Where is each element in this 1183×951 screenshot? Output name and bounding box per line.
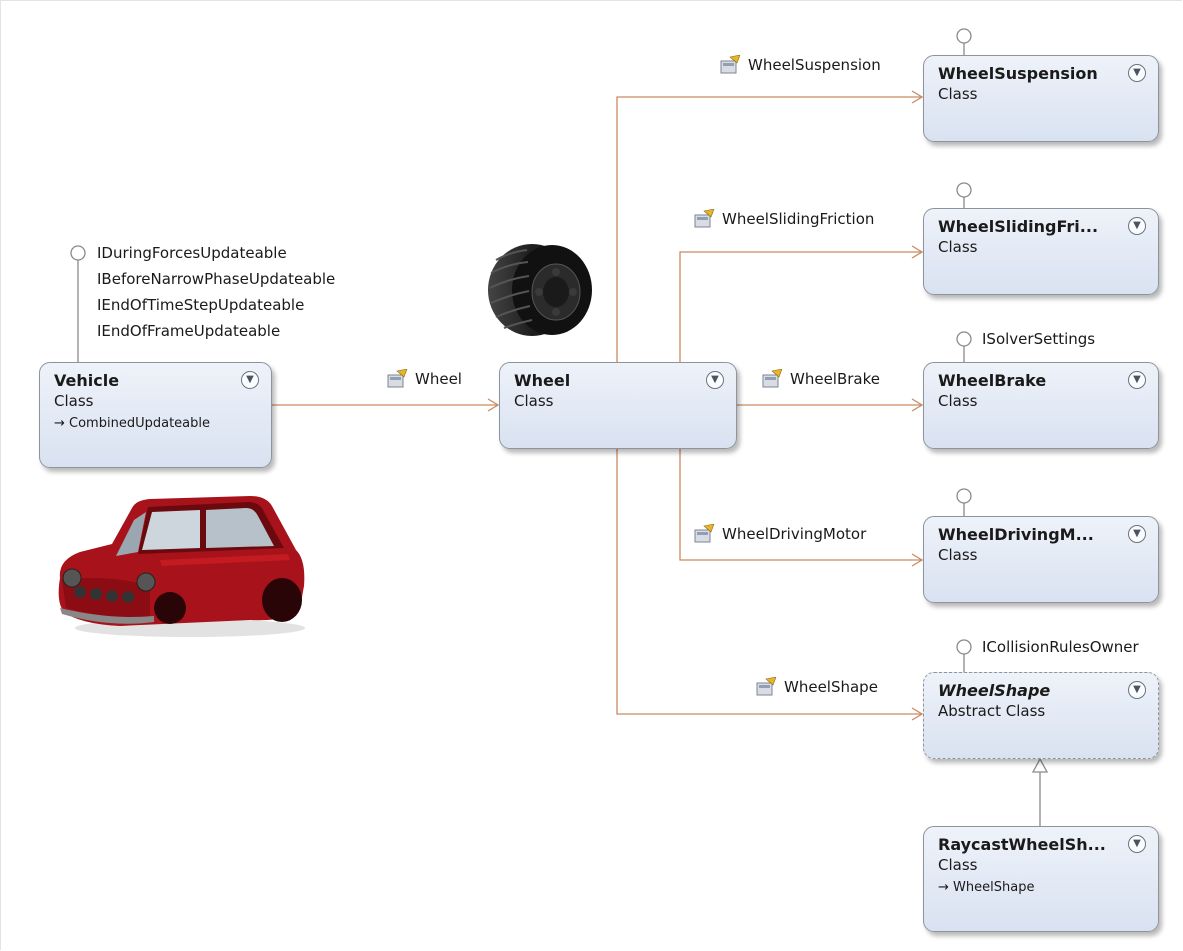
tire-image [488, 244, 592, 336]
class-kind: Class [938, 856, 978, 874]
inherits-arrow-icon: → [54, 416, 70, 431]
association-sliding-friction [679, 251, 922, 362]
base-class: → CombinedUpdateable [54, 416, 261, 431]
chevron-double-down-icon[interactable]: ▼ [1128, 64, 1146, 82]
property-icon [756, 677, 777, 696]
association-label-shape: WheelShape [756, 677, 878, 697]
interface-label: IDuringForcesUpdateable [97, 244, 287, 262]
association-label-brake: WheelBrake [762, 369, 880, 389]
interface-label: IBeforeNarrowPhaseUpdateable [97, 270, 336, 288]
class-name: WheelSuspension [938, 64, 1098, 83]
chevron-double-down-icon[interactable]: ▼ [1128, 217, 1146, 235]
car-image [58, 496, 305, 637]
chevron-double-down-icon[interactable]: ▼ [706, 371, 724, 389]
chevron-double-down-icon[interactable]: ▼ [1128, 525, 1146, 543]
association-label-text: WheelShape [784, 678, 878, 696]
connector-layer [70, 28, 1049, 826]
interface-label-wheel-shape: ICollisionRulesOwner [982, 638, 1139, 656]
chevron-double-down-icon[interactable]: ▼ [1128, 371, 1146, 389]
inherits-arrow-icon: → [938, 880, 954, 895]
class-kind: Class [54, 392, 94, 410]
association-label-text: WheelSuspension [748, 56, 881, 74]
association-label-text: WheelSlidingFriction [722, 210, 875, 228]
class-name: Vehicle [54, 371, 120, 390]
association-label-suspension: WheelSuspension [720, 55, 881, 75]
association-shape [616, 448, 922, 715]
association-suspension [616, 96, 922, 362]
property-icon [387, 369, 408, 388]
class-box-vehicle[interactable]: Vehicle Class → CombinedUpdateable ▼ [39, 362, 272, 468]
class-box-wheel[interactable]: Wheel Class ▼ [499, 362, 737, 449]
interface-label: IEndOfFrameUpdateable [97, 322, 281, 340]
class-kind: Class [938, 85, 978, 103]
base-class-name: CombinedUpdateable [69, 416, 210, 431]
association-label-text: Wheel [415, 370, 462, 388]
association-label-text: WheelBrake [790, 370, 880, 388]
class-box-wheel-shape[interactable]: WheelShape Abstract Class ▼ [923, 672, 1159, 759]
class-kind: Class [938, 238, 978, 256]
class-box-wheel-suspension[interactable]: WheelSuspension Class ▼ [923, 55, 1159, 142]
chevron-double-down-icon[interactable]: ▼ [1128, 835, 1146, 853]
class-kind: Class [938, 546, 978, 564]
association-label-driving-motor: WheelDrivingMotor [694, 524, 866, 544]
interface-label: IEndOfTimeStepUpdateable [97, 296, 305, 314]
association-label-sliding-friction: WheelSlidingFriction [694, 209, 874, 229]
class-name: WheelShape [938, 681, 1051, 700]
class-box-wheel-driving-motor[interactable]: WheelDrivingM... Class ▼ [923, 516, 1159, 603]
association-label-text: WheelDrivingMotor [722, 525, 867, 543]
base-class-name: WheelShape [953, 880, 1035, 895]
class-name: RaycastWheelSh... [938, 835, 1106, 854]
class-box-raycast-wheel-shape[interactable]: RaycastWheelSh... Class → WheelShape ▼ [923, 826, 1159, 932]
class-box-wheel-sliding-friction[interactable]: WheelSlidingFri... Class ▼ [923, 208, 1159, 295]
class-name: WheelDrivingM... [938, 525, 1094, 544]
class-kind: Class [938, 392, 978, 410]
inheritance-arrow-icon [1031, 757, 1049, 773]
base-class: → WheelShape [938, 880, 1148, 895]
interface-label-brake: ISolverSettings [982, 330, 1096, 348]
chevron-double-down-icon[interactable]: ▼ [241, 371, 259, 389]
property-icon [694, 524, 715, 543]
class-name: WheelSlidingFri... [938, 217, 1099, 236]
property-icon [720, 55, 741, 74]
class-name: WheelBrake [938, 371, 1047, 390]
property-icon [762, 369, 783, 388]
association-label-wheel: Wheel [387, 369, 462, 389]
property-icon [694, 209, 715, 228]
class-kind: Abstract Class [938, 702, 1046, 720]
vehicle-interface-list: IDuringForcesUpdateable IBeforeNarrowPha… [97, 240, 335, 344]
chevron-double-down-icon[interactable]: ▼ [1128, 681, 1146, 699]
class-kind: Class [514, 392, 554, 410]
class-box-wheel-brake[interactable]: WheelBrake Class ▼ [923, 362, 1159, 449]
class-name: Wheel [514, 371, 571, 390]
